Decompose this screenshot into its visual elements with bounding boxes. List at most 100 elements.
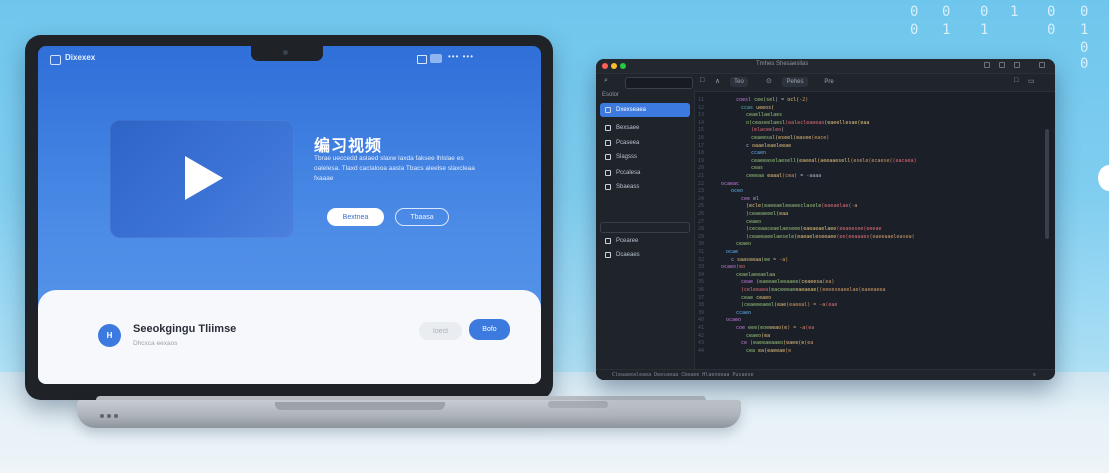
sidebar-item[interactable]: Pcaseea [600, 136, 690, 150]
line-number: 15 [698, 127, 705, 134]
code-token: (ealecleaeeao [785, 119, 825, 126]
secondary-action-button[interactable]: Ioect [419, 322, 462, 340]
code-token: (eeaeesee(eeeae [836, 226, 882, 233]
code-token: (eo [736, 264, 746, 271]
code-token: o(ceaseelaesl [746, 119, 786, 126]
code-token: ocae [726, 249, 739, 255]
code-token: ccas [741, 104, 757, 111]
binary-digit: 0 [910, 22, 919, 38]
topbar-menu-dots[interactable]: ••• ••• [448, 52, 474, 61]
split-icon[interactable] [999, 62, 1005, 68]
brand-name[interactable]: Dixexex [65, 53, 95, 62]
laptop-screen: Dixexex ••• ••• 编习视频 Tbrae ueccedd aslae… [38, 46, 541, 384]
sidebar-item[interactable]: Dxexseaea [600, 103, 690, 117]
layers-icon [605, 154, 611, 160]
primary-action-button[interactable]: Bofo [469, 319, 510, 340]
sidebar-item[interactable]: Slagsss [600, 150, 690, 164]
binary-digit: 0 [1047, 4, 1056, 20]
line-number: 23 [698, 188, 705, 195]
video-thumbnail[interactable] [110, 120, 294, 238]
line-number: 33 [698, 264, 705, 271]
code-token: (-a [848, 203, 858, 210]
toolbar-pill-1[interactable]: Teo [730, 77, 748, 87]
search-icon[interactable]: ⌕ [604, 77, 608, 85]
code-text: (ceaeeeaeel(eae(eaeeal) = -a(eae [741, 302, 837, 308]
hero-primary-button[interactable]: Bextnea [327, 208, 384, 226]
laptop-hinge [275, 402, 445, 410]
code-token: (ea [805, 325, 815, 331]
binary-digit: 1 [1010, 4, 1019, 20]
chat-icon[interactable]: □ [1014, 77, 1018, 84]
minimize-window-button[interactable] [611, 63, 617, 69]
maximize-window-button[interactable] [620, 63, 626, 69]
code-token: ce [741, 340, 751, 347]
database-icon [605, 252, 611, 258]
binary-digit: 0 [980, 4, 989, 20]
gear-icon [605, 184, 611, 190]
hero-title: 编习视频 [314, 138, 383, 155]
code-text: ocaeo(eo [721, 264, 745, 270]
line-number: 32 [698, 256, 705, 263]
close-window-button[interactable] [602, 63, 608, 69]
code-token: oceo [731, 188, 744, 195]
sidebar-item-label: Dcaeaes [616, 252, 640, 258]
sidebar-item[interactable]: Bexsaee [600, 121, 690, 135]
window-close-icon[interactable] [1039, 62, 1045, 68]
toolbar-pill-2[interactable]: Pehes [782, 77, 808, 87]
panel-icon[interactable] [984, 62, 990, 68]
search-input[interactable] [625, 77, 693, 89]
code-token: (eaeaeleseeaee [794, 233, 837, 240]
profile-chip-icon[interactable] [430, 54, 442, 63]
comment-icon[interactable]: □ [700, 77, 704, 84]
code-token: (cea) [782, 173, 801, 179]
settings-icon [605, 140, 611, 146]
branch-icon[interactable]: ⊙ [766, 77, 772, 85]
line-number: 43 [698, 340, 705, 347]
code-token: (eace) [811, 135, 830, 141]
sidebar-item[interactable]: Pcearee [600, 234, 690, 248]
line-number: 28 [698, 226, 705, 233]
code-token: ) = [775, 97, 788, 103]
edit-icon[interactable]: ∧ [715, 77, 720, 85]
code-token: (eaeeaeleeaaee( [756, 279, 802, 286]
code-token: ocaeac [721, 180, 740, 187]
binary-digit: 0 [1080, 40, 1089, 56]
editor-scrollbar[interactable] [1045, 129, 1049, 239]
code-token: cee(sel [754, 97, 776, 103]
sidebar-item[interactable]: Pccalesa [600, 166, 690, 180]
code-token: cea [746, 347, 759, 354]
sidebar-item[interactable]: Sbaeass [600, 180, 690, 194]
panel-toggle-icon[interactable]: ▭ [1028, 77, 1035, 85]
line-number: 21 [698, 173, 705, 179]
code-text: o(ceaseelaesl(ealecleaeeao(eaeellesae(ea… [746, 120, 869, 126]
status-menu-icon[interactable]: ≡ [1033, 372, 1036, 378]
play-icon[interactable] [185, 156, 223, 200]
line-number: 41 [698, 325, 705, 331]
code-text: coe eee(eoeeeao(e) = -a(ea [736, 325, 814, 331]
code-area[interactable]: 11 coesl cee(sel) = ocl(-2) 12 ccas ueeos(1… [694, 97, 1046, 359]
code-token: (eaeeaeleeaeeclasele [761, 203, 822, 210]
code-token: (ceaeeaeelaesele [746, 233, 795, 240]
code-text: c saaseeaa(ee = -a) [731, 257, 788, 263]
line-number: 36 [698, 287, 705, 293]
hero-secondary-button[interactable]: Tbaasa [395, 208, 449, 226]
line-number: 38 [698, 302, 705, 309]
code-token: ocaeo [726, 317, 742, 324]
side-handle[interactable] [1098, 165, 1109, 191]
toolbar-pill-3[interactable]: Pre [818, 77, 840, 87]
code-token: oaaeleaeleeae [752, 142, 792, 149]
sidebar-search-input[interactable] [600, 222, 690, 233]
code-token: ocaeo [721, 264, 737, 271]
window-icon[interactable] [417, 55, 427, 64]
code-token: ceae [741, 294, 757, 301]
folder-icon [605, 125, 611, 131]
code-token: = -aaaa [800, 173, 822, 179]
code-token: (eacaea) [892, 157, 917, 164]
code-editor-window: Tmhes Shesaesllas ⌕ □ ∧ Teo ⊙ Pehes Pre … [596, 59, 1055, 380]
code-token: (ceceaaceaelaeseee [746, 226, 801, 233]
sidebar-item[interactable]: Dcaeaes [600, 248, 690, 262]
code-text: ocaeac [721, 181, 739, 187]
code-token: ceaeo [736, 241, 752, 248]
binary-digit: 1 [980, 22, 989, 38]
layout-icon[interactable] [1014, 62, 1020, 68]
